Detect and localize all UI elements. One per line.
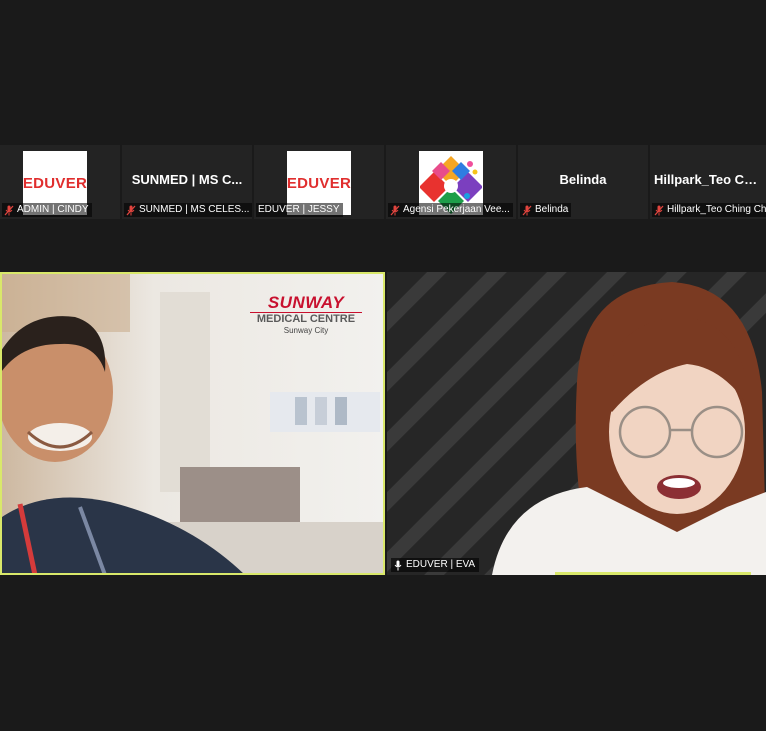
logo-line-3: Sunway City — [283, 326, 329, 335]
participant-name: EDUVER | EVA — [406, 559, 476, 570]
video-tile-speaker-left[interactable]: SUNWAY MEDICAL CENTRE Sunway City — [0, 272, 385, 575]
logo-line-1: SUNWAY — [267, 293, 345, 312]
participant-display-name: Hillpark_Teo Chi... — [654, 172, 766, 187]
participant-name: EDUVER | JESSY — [258, 204, 340, 215]
mic-muted-icon — [4, 205, 14, 215]
participant-strip: EDUVER ADMIN | CINDY SUNMED | MS C... SU… — [0, 145, 766, 219]
participant-tile[interactable]: Agensi Pekerjaan Vee... — [386, 145, 516, 219]
participant-name-label: SUNMED | MS CELES... — [124, 203, 252, 217]
participant-display-name: Belinda — [559, 172, 607, 187]
mic-muted-icon — [522, 205, 532, 215]
participant-name: ADMIN | CINDY — [17, 204, 89, 215]
participant-display-name: SUNMED | MS C... — [131, 172, 243, 187]
video-tile-speaker-right[interactable]: EDUVER | EVA — [387, 272, 766, 575]
logo-text: EDUVER — [286, 174, 352, 192]
participant-name: Hillpark_Teo Ching Ch — [667, 204, 766, 215]
mic-muted-icon — [126, 205, 136, 215]
participant-name: Belinda — [535, 204, 569, 215]
mic-muted-icon — [654, 205, 664, 215]
participant-name-label: Hillpark_Teo Ching Ch — [652, 203, 766, 217]
participant-name-label: EDUVER | EVA — [391, 558, 480, 572]
participant-tile[interactable]: EDUVER EDUVER | JESSY — [254, 145, 384, 219]
participant-name-label: ADMIN | CINDY — [2, 203, 92, 217]
participant-tile[interactable]: EDUVER ADMIN | CINDY — [0, 145, 120, 219]
logo-text: EDUVER — [22, 174, 88, 192]
participant-tile[interactable]: Belinda Belinda — [518, 145, 648, 219]
participant-name-label: EDUVER | JESSY — [256, 203, 343, 217]
participant-name: SUNMED | MS CELES... — [139, 204, 250, 215]
participant-name-label: Agensi Pekerjaan Vee... — [388, 203, 513, 217]
logo-line-2: MEDICAL CENTRE — [250, 312, 362, 326]
participant-video-feed — [387, 272, 766, 575]
participant-name-label: Belinda — [520, 203, 572, 217]
mic-muted-icon — [390, 205, 400, 215]
sunway-medical-logo: SUNWAY MEDICAL CENTRE Sunway City — [244, 294, 368, 336]
participant-name: Agensi Pekerjaan Vee... — [403, 204, 510, 215]
active-speaker-indicator — [555, 572, 751, 575]
participant-tile[interactable]: Hillpark_Teo Chi... Hillpark_Teo Ching C… — [650, 145, 766, 219]
microphone-icon — [394, 560, 402, 570]
participant-tile[interactable]: SUNMED | MS C... SUNMED | MS CELES... — [122, 145, 252, 219]
